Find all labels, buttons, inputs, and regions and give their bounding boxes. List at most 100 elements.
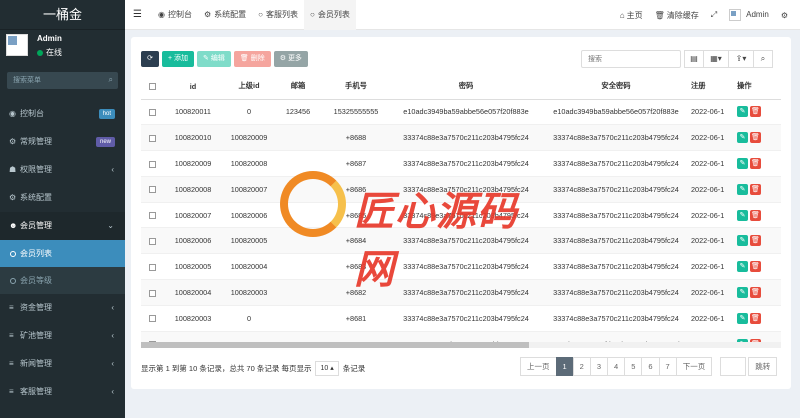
tab-member-list[interactable]: ○ 会员列表: [304, 0, 356, 30]
next-page-button[interactable]: 下一页: [675, 357, 713, 376]
row-checkbox[interactable]: [141, 227, 163, 254]
table-row[interactable]: 100820009 100820008 +8687 33374c88e3a7570c2…: [141, 150, 781, 177]
table-row[interactable]: 100820010 100820009 +8688 33374c88e3a7570c2…: [141, 124, 781, 151]
column-header[interactable]: 密码: [391, 74, 541, 100]
delete-row-icon[interactable]: 🗑: [750, 106, 761, 118]
select-all-checkbox[interactable]: [141, 74, 163, 100]
sidebar-item-system-config[interactable]: ⚙ 系统配置: [0, 184, 125, 212]
edit-button[interactable]: ✎ 编辑: [197, 51, 231, 67]
table-cell: [275, 201, 321, 228]
table-row[interactable]: 100820005 100820004 +8683 33374c88e3a7570c2…: [141, 253, 781, 280]
sidebar-item-funds[interactable]: ≡ 资金管理 ‹: [0, 294, 125, 322]
page-button[interactable]: 1: [555, 357, 574, 376]
column-header[interactable]: 上级id: [223, 74, 275, 100]
column-header[interactable]: id: [163, 74, 223, 100]
sidebar-item-label: 客服管理: [20, 387, 52, 396]
page-button[interactable]: 6: [641, 357, 660, 376]
add-button[interactable]: + 添加: [162, 51, 195, 67]
sidebar-subitem-member-list[interactable]: 会员列表: [0, 240, 125, 267]
edit-row-icon[interactable]: ✎: [737, 132, 748, 144]
export-button[interactable]: ⇪▾: [728, 50, 754, 68]
refresh-button[interactable]: ⟳: [141, 51, 159, 67]
search-icon[interactable]: ⌕: [109, 75, 113, 85]
table-row[interactable]: 100820004 100820003 +8682 33374c88e3a7570c2…: [141, 279, 781, 306]
table-cell: 2022-06-1: [691, 201, 731, 228]
scrollbar-thumb[interactable]: [141, 342, 529, 348]
page-size-select[interactable]: 10 ▴: [315, 361, 339, 376]
row-checkbox[interactable]: [141, 304, 163, 332]
add-label: 添加: [174, 55, 189, 62]
row-checkbox[interactable]: [141, 124, 163, 151]
table-search-input[interactable]: [582, 51, 680, 67]
user-menu[interactable]: Admin: [723, 9, 775, 21]
page-button[interactable]: 5: [624, 357, 643, 376]
sidebar-item-general[interactable]: ⚙ 常规管理 new: [0, 128, 125, 156]
column-header[interactable]: 邮箱: [275, 74, 321, 100]
edit-row-icon[interactable]: ✎: [737, 106, 748, 118]
page-button[interactable]: 2: [572, 357, 591, 376]
more-button[interactable]: ⚙ 更多: [273, 51, 308, 67]
row-checkbox[interactable]: [141, 175, 163, 203]
edit-row-icon[interactable]: ✎: [737, 261, 748, 273]
delete-row-icon[interactable]: 🗑: [750, 286, 761, 298]
page-button[interactable]: 3: [589, 357, 609, 376]
edit-row-icon[interactable]: ✎: [737, 209, 748, 221]
jump-button[interactable]: 跳转: [748, 357, 778, 376]
app-logo[interactable]: 一桶金: [0, 0, 125, 30]
toggle-view-button[interactable]: ▤: [684, 50, 704, 68]
edit-row-icon[interactable]: ✎: [737, 312, 748, 324]
delete-row-icon[interactable]: 🗑: [750, 235, 761, 247]
checkbox-icon: [148, 289, 156, 297]
table-row[interactable]: 100820003 0 +8681 33374c88e3a7570c211c203b4…: [141, 304, 781, 332]
page-button[interactable]: 7: [658, 357, 677, 376]
fullscreen-icon[interactable]: ⤢: [705, 10, 723, 20]
page-button[interactable]: 4: [607, 357, 626, 376]
delete-row-icon[interactable]: 🗑: [750, 209, 761, 221]
row-checkbox[interactable]: [141, 98, 163, 125]
columns-button[interactable]: ▦▾: [703, 50, 729, 68]
column-header[interactable]: 手机号: [321, 74, 391, 100]
menu-search-input[interactable]: [7, 72, 118, 89]
tab-system-config[interactable]: ⚙ 系统配置: [198, 0, 252, 30]
horizontal-scrollbar[interactable]: [141, 342, 781, 348]
row-checkbox[interactable]: [141, 201, 163, 228]
table-row[interactable]: 100820011 0 123456 15325555555 e10adc3949ba5…: [141, 98, 781, 125]
edit-row-icon[interactable]: ✎: [737, 183, 748, 195]
checkbox-icon: [148, 237, 156, 245]
row-checkbox[interactable]: [141, 279, 163, 306]
edit-row-icon[interactable]: ✎: [737, 157, 748, 169]
column-header[interactable]: 注册: [691, 74, 731, 100]
delete-row-icon[interactable]: 🗑: [750, 183, 761, 195]
delete-button[interactable]: 🗑 删除: [233, 51, 271, 67]
delete-row-icon[interactable]: 🗑: [750, 132, 761, 144]
sidebar-item-dashboard[interactable]: ◉ 控制台 hot: [0, 100, 125, 128]
sidebar-item-news[interactable]: ≡ 新闻管理 ‹: [0, 350, 125, 378]
row-checkbox[interactable]: [141, 253, 163, 280]
sidebar-item-members[interactable]: ☻ 会员管理 ⌄: [0, 212, 125, 240]
table-row[interactable]: 100820008 100820007 +8686 33374c88e3a7570c2…: [141, 175, 781, 203]
prev-page-button[interactable]: 上一页: [520, 357, 557, 376]
edit-row-icon[interactable]: ✎: [737, 235, 748, 247]
settings-icon[interactable]: ⚙: [775, 11, 794, 20]
sidebar-item-pool[interactable]: ≡ 矿池管理 ‹: [0, 322, 125, 350]
sidebar-item-permissions[interactable]: ☗ 权限管理 ‹: [0, 156, 125, 184]
column-header[interactable]: 安全密码: [541, 74, 691, 100]
row-checkbox[interactable]: [141, 150, 163, 177]
delete-row-icon[interactable]: 🗑: [750, 312, 761, 324]
delete-row-icon[interactable]: 🗑: [750, 157, 761, 169]
home-link[interactable]: ⌂ 主页: [614, 10, 649, 21]
hot-badge: hot: [98, 109, 115, 119]
edit-row-icon[interactable]: ✎: [737, 286, 748, 298]
tab-support-list[interactable]: ○ 客服列表: [252, 0, 304, 30]
delete-row-icon[interactable]: 🗑: [750, 261, 761, 273]
table-row[interactable]: 100820006 100820005 +8684 33374c88e3a7570c2…: [141, 227, 781, 254]
advanced-search-button[interactable]: ⌕: [753, 50, 773, 68]
menu-toggle-icon[interactable]: ☰: [133, 9, 142, 20]
table-row[interactable]: 100820007 100820006 +8685 33374c88e3a7570c2…: [141, 201, 781, 228]
row-actions: ✎🗑: [731, 124, 781, 151]
tab-dashboard[interactable]: ◉ 控制台: [152, 0, 198, 30]
jump-page-input[interactable]: [720, 357, 747, 376]
clear-cache-button[interactable]: 🗑 清除缓存: [649, 10, 705, 21]
sidebar-subitem-member-level[interactable]: 会员等级: [0, 267, 125, 294]
sidebar-item-support[interactable]: ≡ 客服管理 ‹: [0, 378, 125, 406]
